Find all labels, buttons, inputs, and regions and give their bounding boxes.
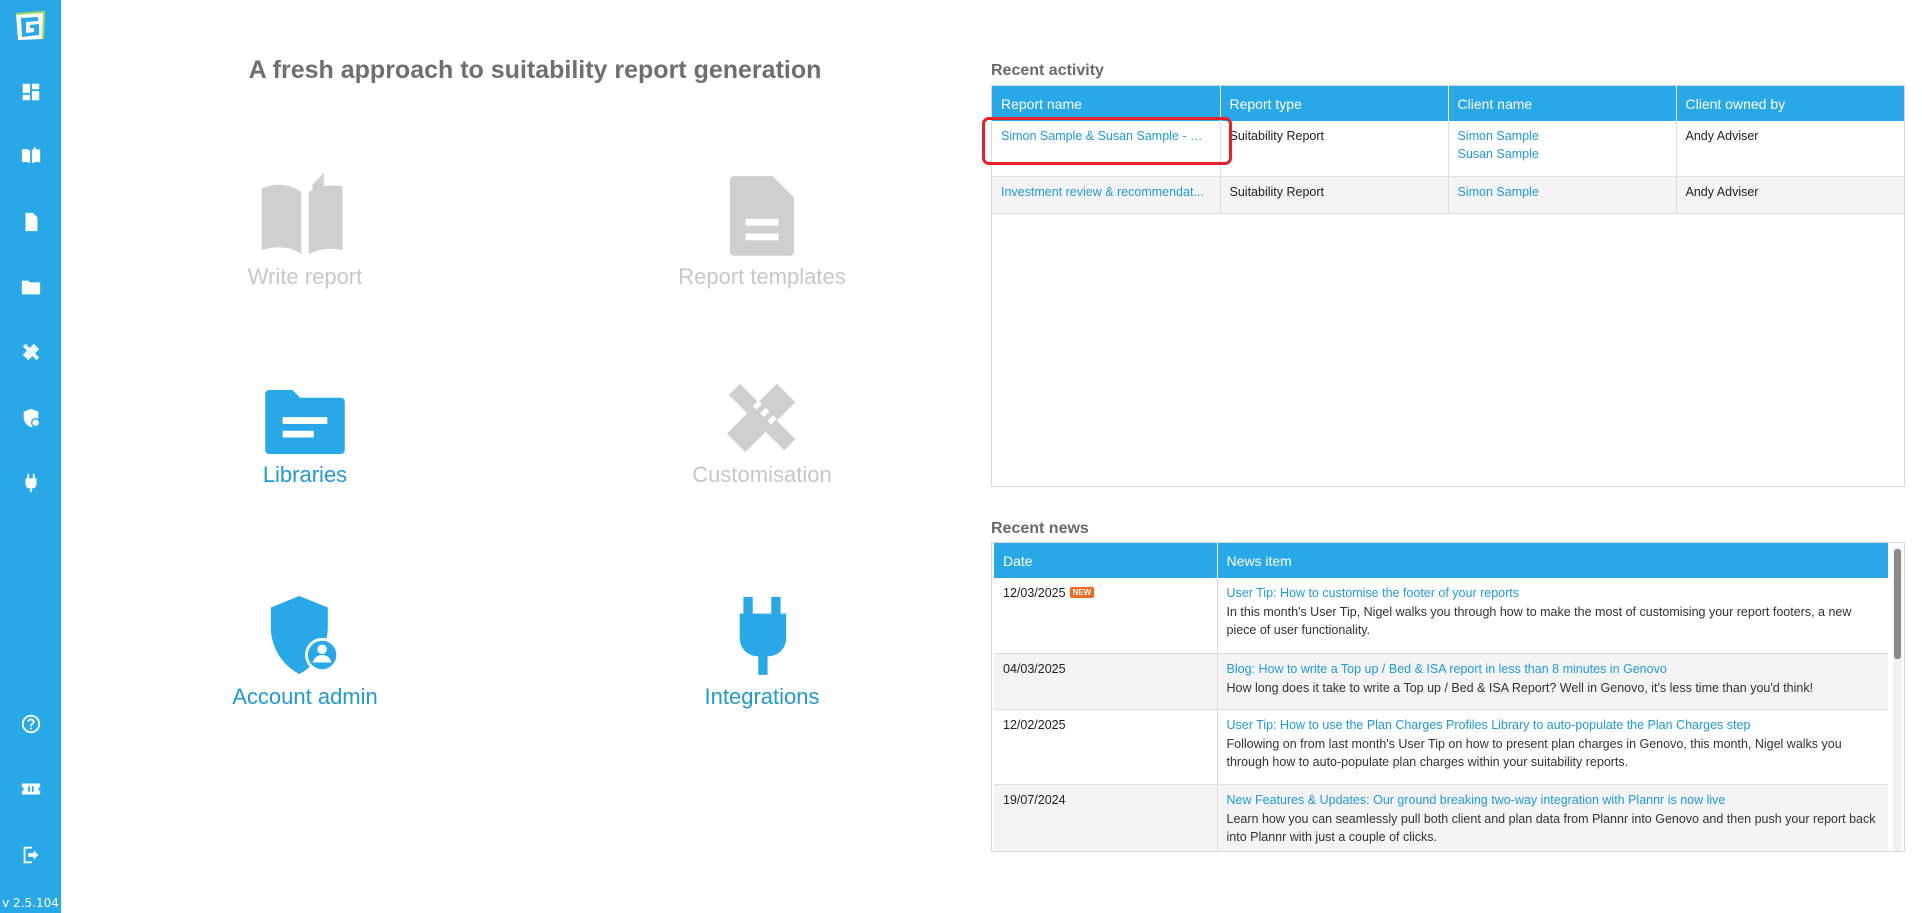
news-title-link[interactable]: User Tip: How to customise the footer of…: [1227, 586, 1880, 600]
scrollbar-thumb[interactable]: [1894, 549, 1901, 659]
version-label: v 2.5.104: [2, 896, 59, 910]
news-list: Date News item 12/03/2025 NEW User Tip: H…: [994, 543, 1888, 851]
news-title-link[interactable]: Blog: How to write a Top up / Bed & ISA …: [1227, 662, 1880, 676]
write-report-tile[interactable]: Write report: [175, 160, 435, 290]
tools-icon[interactable]: [18, 339, 44, 365]
logout-icon[interactable]: [18, 842, 44, 868]
column-header[interactable]: Date: [994, 543, 1218, 578]
tile-label: Report templates: [678, 264, 846, 289]
tile-label: Integrations: [704, 684, 820, 709]
report-name-link[interactable]: Simon Sample & Susan Sample - Su...: [1001, 129, 1211, 143]
folder-icon: [175, 358, 435, 454]
recent-activity-panel: Report name Report type Client name Clie…: [991, 85, 1905, 487]
news-body: Learn how you can seamlessly pull both c…: [1226, 811, 1876, 844]
shield-user-icon[interactable]: [18, 405, 44, 431]
plug-icon: [632, 580, 892, 676]
book-icon: [175, 160, 435, 256]
report-type: Suitability Report: [1229, 129, 1325, 143]
column-header[interactable]: Client name: [1448, 86, 1677, 121]
table-row[interactable]: 12/02/2025 User Tip: How to use the Plan…: [994, 709, 1888, 785]
news-date: 04/03/2025: [1003, 661, 1066, 676]
tile-label: Write report: [247, 264, 363, 289]
help-icon[interactable]: [18, 711, 44, 737]
report-templates-tile[interactable]: Report templates: [632, 160, 892, 290]
table-row[interactable]: Simon Sample & Susan Sample - Su... Suit…: [992, 121, 1904, 177]
news-date: 19/07/2024: [1003, 792, 1066, 807]
news-date: 12/03/2025: [1003, 586, 1066, 600]
page-headline: A fresh approach to suitability report g…: [248, 56, 822, 84]
recent-activity-title: Recent activity: [991, 62, 1104, 79]
document-icon: [632, 160, 892, 256]
libraries-tile[interactable]: Libraries: [175, 358, 435, 488]
column-header[interactable]: News item: [1217, 543, 1888, 578]
column-header[interactable]: Report type: [1220, 86, 1449, 121]
news-body: In this month's User Tip, Nigel walks yo…: [1226, 605, 1852, 637]
report-type: Suitability Report: [1229, 184, 1325, 199]
news-scrollbar[interactable]: [1893, 547, 1902, 851]
recent-news-panel: Date News item 12/03/2025 NEW User Tip: H…: [991, 542, 1905, 852]
column-header[interactable]: Client owned by: [1676, 86, 1904, 121]
tile-label: Account admin: [232, 684, 378, 709]
news-body: Following on from last month's User Tip …: [1226, 736, 1842, 769]
news-date: 12/02/2025: [1003, 717, 1066, 732]
customisation-tile[interactable]: Customisation: [632, 358, 892, 488]
news-title-link[interactable]: User Tip: How to use the Plan Charges Pr…: [1227, 718, 1880, 732]
client-owner: Andy Adviser: [1685, 129, 1759, 143]
table-row[interactable]: Investment review & recommendat... Suita…: [992, 176, 1904, 214]
account-admin-tile[interactable]: Account admin: [175, 580, 435, 710]
news-body: How long does it take to write a Top up …: [1226, 680, 1814, 695]
integrations-tile[interactable]: Integrations: [632, 580, 892, 710]
tile-label: Libraries: [262, 462, 348, 487]
table-row[interactable]: 19/07/2024 New Features & Updates: Our g…: [994, 784, 1888, 851]
new-badge: NEW: [1069, 587, 1095, 598]
column-header[interactable]: Report name: [992, 86, 1221, 121]
shield-user-icon: [175, 580, 435, 676]
news-title-link[interactable]: New Features & Updates: Our ground break…: [1227, 793, 1880, 807]
table-header-row: Report name Report type Client name Clie…: [992, 86, 1904, 121]
plug-icon[interactable]: [18, 470, 44, 496]
table-row[interactable]: 04/03/2025 Blog: How to write a Top up /…: [994, 653, 1888, 710]
genovo-logo[interactable]: [13, 9, 47, 43]
document-icon[interactable]: [18, 209, 44, 235]
book-icon[interactable]: [18, 143, 44, 169]
recent-news-title: Recent news: [991, 520, 1089, 537]
client-name-link[interactable]: Simon Sample: [1458, 185, 1539, 199]
folder-icon[interactable]: [18, 274, 44, 300]
client-name-link[interactable]: Susan Sample: [1458, 147, 1667, 161]
tile-label: Customisation: [692, 462, 832, 487]
table-row[interactable]: 12/03/2025 NEW User Tip: How to customise…: [994, 578, 1888, 654]
recent-activity-table: Report name Report type Client name Clie…: [992, 86, 1904, 214]
recent-news-table: Date News item 12/03/2025 NEW User Tip: H…: [994, 543, 1888, 851]
client-name-link[interactable]: Simon Sample: [1458, 129, 1667, 143]
sidebar: v 2.5.104: [0, 0, 61, 913]
table-header-row: Date News item: [994, 543, 1888, 578]
client-owner: Andy Adviser: [1685, 184, 1759, 199]
dashboard-icon[interactable]: [18, 79, 44, 105]
ticket-icon[interactable]: [18, 776, 44, 802]
report-name-link[interactable]: Investment review & recommendat...: [1001, 185, 1211, 199]
tools-icon: [632, 358, 892, 454]
